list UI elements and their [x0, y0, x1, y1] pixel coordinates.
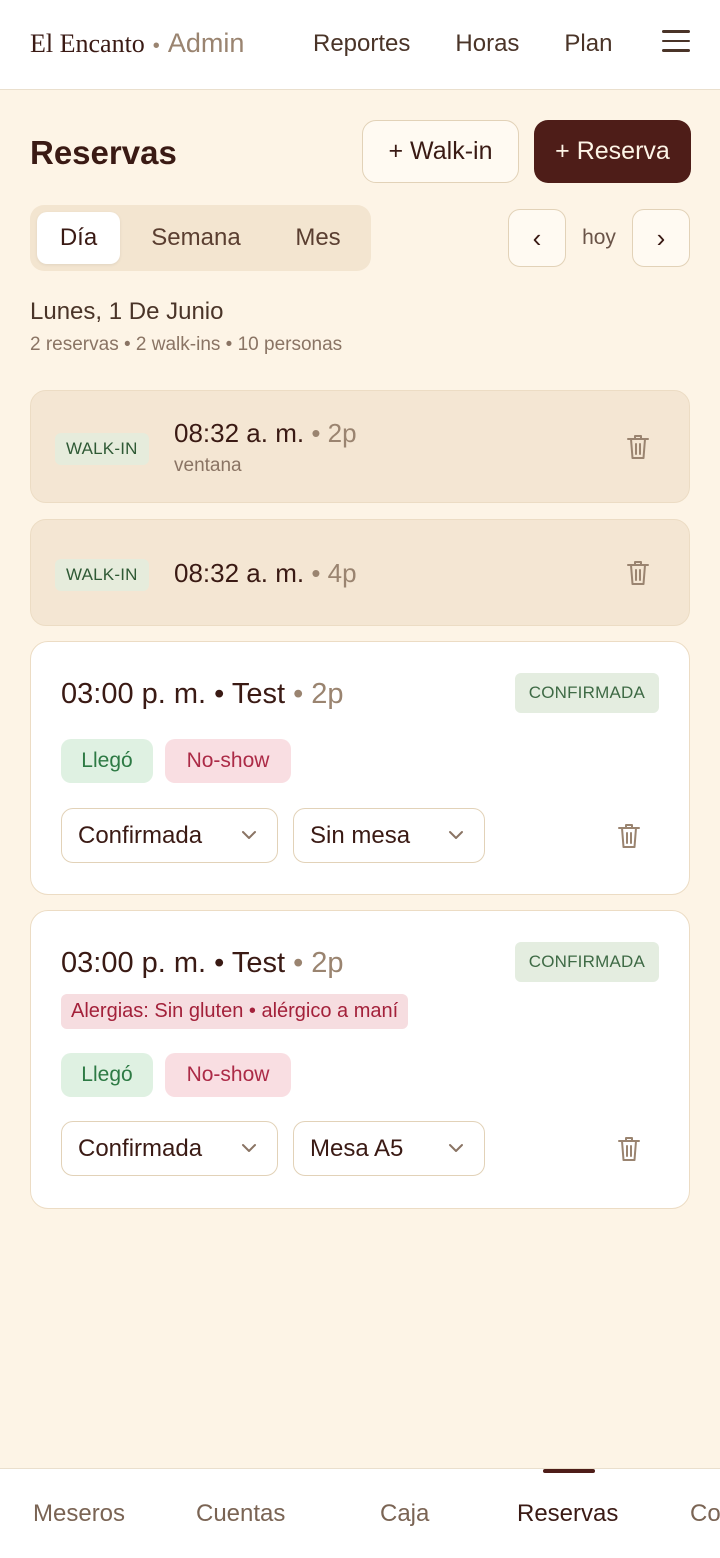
brand[interactable]: El Encanto • Admin: [30, 28, 244, 59]
reservation-card[interactable]: 03:00 p. m. • Test • 2p CONFIRMADA Llegó…: [30, 641, 690, 895]
chevron-down-icon: [449, 1144, 463, 1152]
top-bar: El Encanto • Admin Reportes Horas Plan: [0, 0, 720, 90]
reservation-card[interactable]: 03:00 p. m. • Test • 2p CONFIRMADA Alerg…: [30, 910, 690, 1209]
brand-subtitle: Admin: [167, 28, 245, 58]
walkin-time-value: 08:32 a. m.: [174, 558, 305, 588]
table-select[interactable]: Sin mesa: [293, 808, 485, 863]
reservation-time-name: 03:00 p. m. • Test: [61, 947, 286, 979]
view-tabs: Día Semana Mes: [30, 205, 371, 271]
top-nav-reportes[interactable]: Reportes: [313, 30, 410, 58]
table-select-value: Sin mesa: [310, 821, 411, 849]
walkin-time: 08:32 a. m. • 4p: [174, 558, 357, 589]
bottom-nav-meseros[interactable]: Meseros: [33, 1500, 125, 1528]
noshow-button[interactable]: No-show: [165, 739, 291, 783]
today-button[interactable]: hoy: [570, 226, 628, 250]
noshow-button[interactable]: No-show: [165, 1053, 291, 1097]
bottom-nav-cuentas[interactable]: Cuentas: [196, 1500, 285, 1528]
trash-icon[interactable]: [626, 433, 650, 461]
bottom-nav-reservas[interactable]: Reservas: [517, 1500, 618, 1528]
date-summary: 2 reservas • 2 walk-ins • 10 personas: [30, 334, 343, 355]
walkin-party: • 2p: [311, 418, 357, 448]
trash-icon[interactable]: [617, 822, 641, 850]
bottom-nav-co[interactable]: Co: [690, 1500, 720, 1528]
status-select[interactable]: Confirmada: [61, 808, 278, 863]
chevron-down-icon: [242, 1144, 256, 1152]
status-badge: CONFIRMADA: [514, 673, 659, 713]
arrived-button[interactable]: Llegó: [61, 1053, 153, 1097]
bottom-nav: Meseros Cuentas Caja Reservas Co: [0, 1468, 720, 1558]
prev-day-button[interactable]: ‹: [508, 209, 566, 267]
trash-icon[interactable]: [626, 559, 650, 587]
walkin-badge: WALK-IN: [55, 559, 149, 591]
add-reserva-button[interactable]: + Reserva: [534, 120, 691, 183]
trash-icon[interactable]: [617, 1135, 641, 1163]
arrived-button[interactable]: Llegó: [61, 739, 153, 783]
brand-name: El Encanto: [30, 29, 145, 58]
walkin-time: 08:32 a. m. • 2p: [174, 418, 357, 449]
status-select-value: Confirmada: [78, 1134, 203, 1162]
status-select-value: Confirmada: [78, 821, 203, 849]
brand-separator: •: [152, 35, 160, 57]
status-badge: CONFIRMADA: [514, 942, 659, 982]
walkin-badge: WALK-IN: [55, 433, 149, 465]
walkin-time-value: 08:32 a. m.: [174, 418, 305, 448]
walkin-card[interactable]: WALK-IN 08:32 a. m. • 4p: [30, 519, 690, 626]
reservation-party: • 2p: [293, 947, 344, 979]
status-select[interactable]: Confirmada: [61, 1121, 278, 1176]
tab-mes[interactable]: Mes: [280, 212, 356, 264]
active-tab-indicator: [543, 1469, 595, 1473]
tab-dia[interactable]: Día: [37, 212, 120, 264]
reservation-time-name: 03:00 p. m. • Test: [61, 678, 286, 710]
chevron-down-icon: [242, 831, 256, 839]
top-nav-plan[interactable]: Plan: [564, 30, 612, 58]
top-nav: Reportes Horas Plan: [313, 30, 621, 58]
tab-semana[interactable]: Semana: [134, 212, 258, 264]
add-walkin-button[interactable]: + Walk-in: [362, 120, 519, 183]
date-title: Lunes, 1 De Junio: [30, 298, 224, 325]
walkin-party: • 4p: [311, 558, 357, 588]
page-title: Reservas: [30, 134, 177, 171]
chevron-down-icon: [449, 831, 463, 839]
allergy-badge: Alergias: Sin gluten • alérgico a maní: [61, 994, 409, 1029]
reservation-title: 03:00 p. m. • Test • 2p: [61, 947, 344, 980]
reservation-title: 03:00 p. m. • Test • 2p: [61, 678, 344, 711]
top-nav-horas[interactable]: Horas: [455, 30, 519, 58]
next-day-button[interactable]: ›: [632, 209, 690, 267]
table-select-value: Mesa A5: [310, 1134, 404, 1162]
reservation-party: • 2p: [293, 678, 344, 710]
hamburger-menu-icon[interactable]: [662, 30, 690, 54]
walkin-note: ventana: [174, 455, 242, 476]
bottom-nav-caja[interactable]: Caja: [380, 1500, 429, 1528]
walkin-card[interactable]: WALK-IN 08:32 a. m. • 2p ventana: [30, 390, 690, 503]
table-select[interactable]: Mesa A5: [293, 1121, 485, 1176]
